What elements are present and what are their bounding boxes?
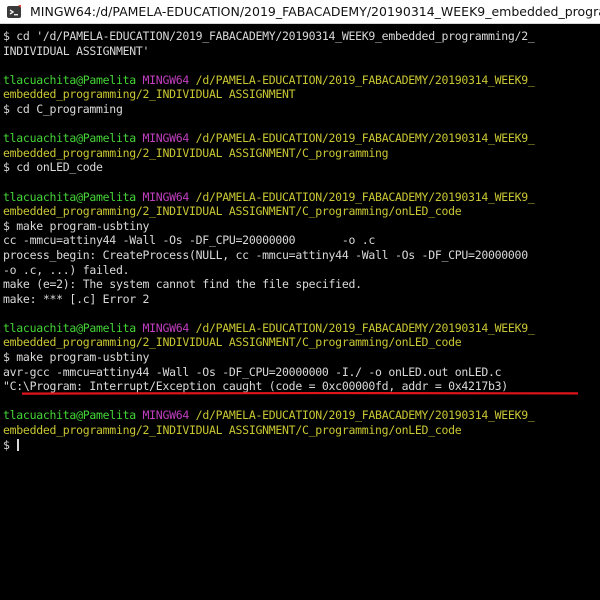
output-text: avr-gcc -mmcu=attiny44 -Wall -Os -DF_CPU…	[3, 364, 502, 379]
terminal-line: tlacuachita@Pamelita MINGW64 /d/PAMELA-E…	[3, 321, 600, 336]
prompt-user-host: tlacuachita@Pamelita	[3, 320, 143, 335]
terminal-output[interactable]: $ cd '/d/PAMELA-EDUCATION/2019_FABACADEM…	[0, 24, 600, 600]
terminal-line: tlacuachita@Pamelita MINGW64 /d/PAMELA-E…	[3, 408, 600, 423]
red-annotation-underline	[22, 392, 578, 395]
terminal-line: $	[3, 438, 600, 453]
terminal-line: $ cd onLED_code	[3, 160, 600, 175]
terminal-line: embedded_programming/2_INDIVIDUAL ASSIGN…	[3, 335, 600, 350]
terminal-line: tlacuachita@Pamelita MINGW64 /d/PAMELA-E…	[3, 190, 600, 205]
output-text: $ cd C_programming	[3, 101, 123, 116]
terminal-line: make (e=2): The system cannot find the f…	[3, 277, 600, 292]
output-text: make: *** [.c] Error 2	[3, 291, 150, 306]
terminal-line: make: *** [.c] Error 2	[3, 292, 600, 307]
prompt-env: MINGW64	[142, 408, 196, 423]
output-text: $ cd '/d/PAMELA-EDUCATION/2019_FABACADEM…	[3, 29, 535, 43]
terminal-line: tlacuachita@Pamelita MINGW64 /d/PAMELA-E…	[3, 131, 600, 146]
prompt-user-host: tlacuachita@Pamelita	[3, 72, 143, 87]
prompt-user-host: tlacuachita@Pamelita	[3, 131, 143, 146]
text-cursor	[17, 438, 20, 451]
output-text: $ cd onLED_code	[3, 160, 103, 175]
prompt-path: /d/PAMELA-EDUCATION/2019_FABACADEMY/2019…	[195, 72, 535, 87]
terminal-line: $ cd '/d/PAMELA-EDUCATION/2019_FABACADEM…	[3, 29, 600, 44]
output-text: make (e=2): The system cannot find the f…	[3, 277, 362, 292]
prompt-path: /d/PAMELA-EDUCATION/2019_FABACADEMY/2019…	[195, 320, 535, 335]
prompt-path: /d/PAMELA-EDUCATION/2019_FABACADEMY/2019…	[195, 408, 535, 423]
window-title-bar[interactable]: MINGW64:/d/PAMELA-EDUCATION/2019_FABACAD…	[0, 0, 600, 24]
terminal-line: $ make program-usbtiny	[3, 350, 600, 365]
output-text: cc -mmcu=attiny44 -Wall -Os -DF_CPU=2000…	[3, 233, 376, 248]
terminal-line: embedded_programming/2_INDIVIDUAL ASSIGN…	[3, 87, 600, 102]
terminal-line: avr-gcc -mmcu=attiny44 -Wall -Os -DF_CPU…	[3, 365, 600, 380]
prompt-path: embedded_programming/2_INDIVIDUAL ASSIGN…	[3, 204, 462, 219]
terminal-line: process_begin: CreateProcess(NULL, cc -m…	[3, 248, 600, 263]
terminal-line: embedded_programming/2_INDIVIDUAL ASSIGN…	[3, 146, 600, 161]
terminal-line: embedded_programming/2_INDIVIDUAL ASSIGN…	[3, 204, 600, 219]
prompt-path: embedded_programming/2_INDIVIDUAL ASSIGN…	[3, 335, 462, 350]
prompt-env: MINGW64	[142, 72, 196, 87]
output-text: $ make program-usbtiny	[3, 350, 150, 365]
output-text: $ make program-usbtiny	[3, 218, 150, 233]
prompt-env: MINGW64	[142, 189, 196, 204]
git-bash-app-icon	[7, 5, 21, 18]
output-text: process_begin: CreateProcess(NULL, cc -m…	[3, 247, 528, 262]
terminal-line: $ cd C_programming	[3, 102, 600, 117]
prompt-env: MINGW64	[142, 320, 196, 335]
prompt-env: MINGW64	[142, 131, 196, 146]
terminal-line: $ make program-usbtiny	[3, 219, 600, 234]
prompt-path: embedded_programming/2_INDIVIDUAL ASSIGN…	[3, 423, 462, 438]
prompt-path: embedded_programming/2_INDIVIDUAL ASSIGN…	[3, 145, 389, 160]
window-title: MINGW64:/d/PAMELA-EDUCATION/2019_FABACAD…	[30, 4, 600, 19]
prompt-path: /d/PAMELA-EDUCATION/2019_FABACADEMY/2019…	[195, 131, 535, 146]
prompt-user-host: tlacuachita@Pamelita	[3, 408, 143, 423]
prompt-path: embedded_programming/2_INDIVIDUAL ASSIGN…	[3, 87, 296, 102]
terminal-line: embedded_programming/2_INDIVIDUAL ASSIGN…	[3, 423, 600, 438]
terminal-line: -o .c, ...) failed.	[3, 263, 600, 278]
prompt-user-host: tlacuachita@Pamelita	[3, 189, 143, 204]
terminal-line: tlacuachita@Pamelita MINGW64 /d/PAMELA-E…	[3, 73, 600, 88]
terminal-line: cc -mmcu=attiny44 -Wall -Os -DF_CPU=2000…	[3, 233, 600, 248]
terminal-line: INDIVIDUAL ASSIGNMENT'	[3, 44, 600, 59]
output-text: $	[3, 437, 17, 452]
output-text: INDIVIDUAL ASSIGNMENT'	[3, 43, 150, 58]
output-text: -o .c, ...) failed.	[3, 262, 130, 277]
prompt-path: /d/PAMELA-EDUCATION/2019_FABACADEMY/2019…	[195, 189, 535, 204]
